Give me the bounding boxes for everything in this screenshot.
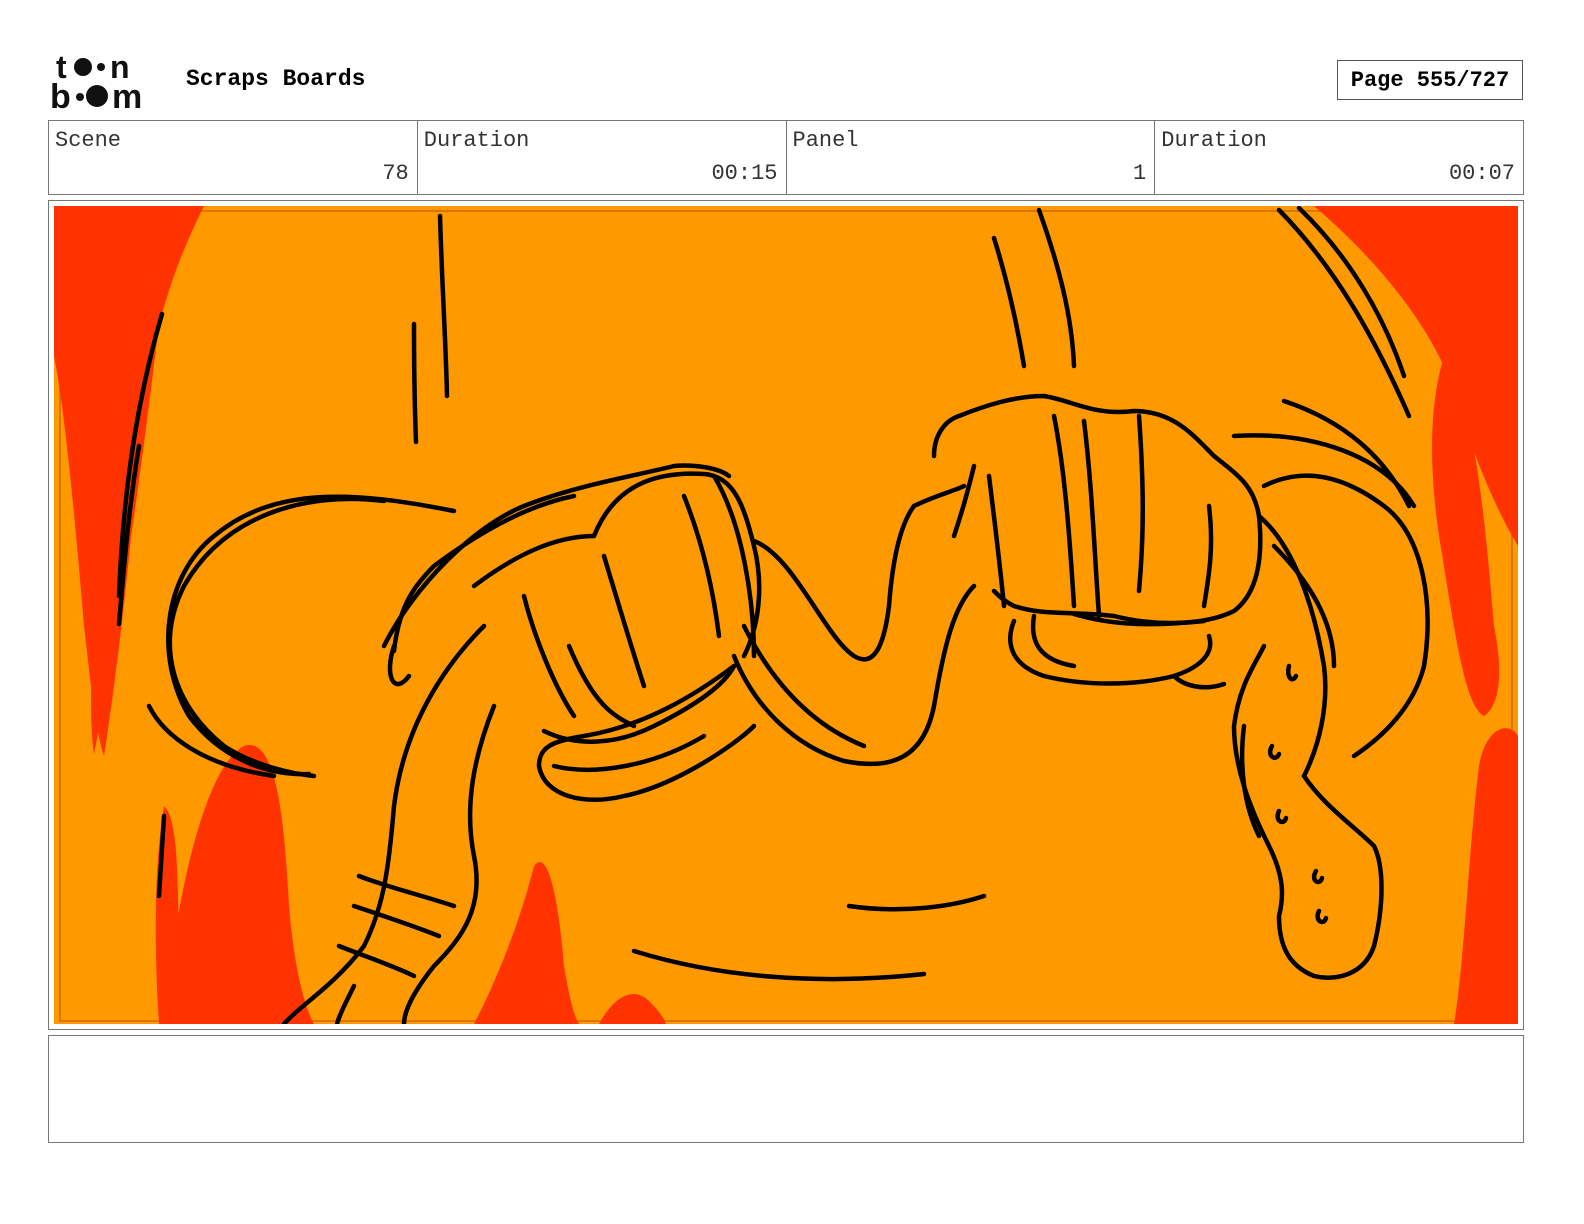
panel-cell: Panel 1 (787, 121, 1156, 194)
panel-info-row: Scene 78 Duration 00:15 Panel 1 Duration… (48, 120, 1524, 195)
storyboard-panel-frame (48, 200, 1524, 1030)
document-title: Scraps Boards (186, 66, 366, 92)
scene-duration-cell: Duration 00:15 (418, 121, 787, 194)
panel-notes-box (48, 1035, 1524, 1143)
panel-label: Panel (792, 128, 859, 153)
panel-duration-value: 00:07 (1448, 161, 1515, 186)
scene-duration-value: 00:15 (711, 161, 778, 186)
svg-text:b: b (50, 78, 71, 112)
scene-duration-label: Duration (423, 128, 530, 153)
scene-value: 78 (382, 161, 409, 186)
svg-text:m: m (112, 78, 142, 112)
page-indicator: Page 555/727 (1337, 60, 1523, 100)
storyboard-panel-drawing (54, 206, 1518, 1024)
panel-duration-label: Duration (1161, 128, 1267, 153)
panel-value: 1 (1133, 161, 1147, 186)
scene-cell: Scene 78 (49, 121, 418, 194)
toonboom-logo: t n b m (50, 49, 166, 116)
panel-duration-cell: Duration 00:07 (1155, 121, 1523, 194)
scene-label: Scene (55, 128, 122, 153)
